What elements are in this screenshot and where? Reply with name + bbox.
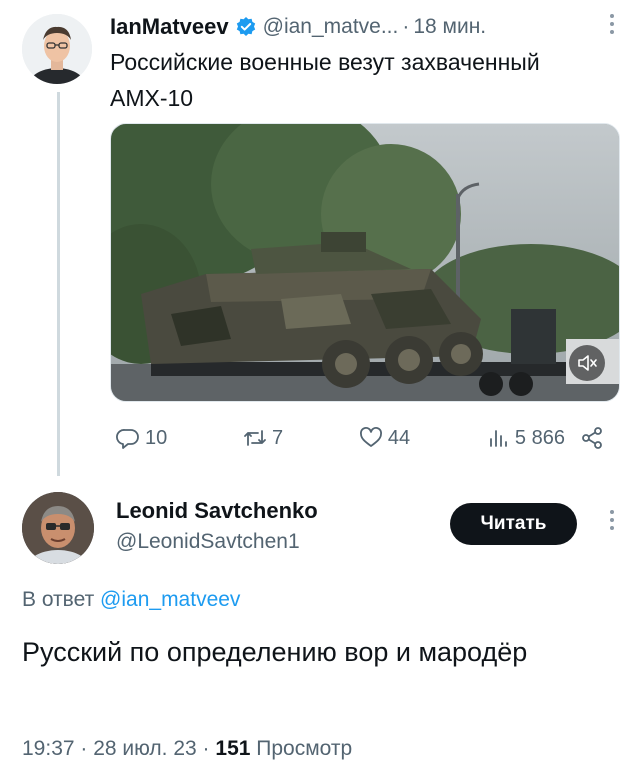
retweet-icon [244, 430, 266, 446]
views-count: 5 866 [514, 426, 565, 449]
tweet-video[interactable] [110, 123, 620, 402]
reply-meta: 19:37 · 28 июл. 23 · 151 Просмотр [22, 737, 352, 761]
author-name[interactable]: IanMatveev [110, 14, 229, 40]
reply-icon [116, 429, 139, 449]
reply-timestamp[interactable]: 19:37 · 28 июл. 23 · [22, 737, 210, 760]
reply-views-label: Просмотр [256, 737, 353, 760]
reply-author-handle[interactable]: @LeonidSavtchen1 [116, 530, 300, 554]
like-count: 44 [387, 426, 411, 449]
heart-icon [359, 427, 382, 447]
author-avatar[interactable] [22, 14, 92, 84]
separator-dot: · [402, 15, 410, 38]
tweet-text: Российские военные везут захваченный AMX… [110, 49, 540, 111]
reply-to-line: В ответ @ian_matveev [22, 588, 240, 612]
thread-line [57, 92, 60, 476]
mute-icon[interactable] [569, 345, 605, 381]
follow-button[interactable]: Читать [450, 503, 577, 545]
share-icon[interactable] [579, 425, 605, 451]
video-frame [111, 124, 619, 401]
retweet-count: 7 [272, 426, 284, 449]
reply-count: 10 [145, 426, 168, 449]
like-button[interactable]: 44 [358, 425, 410, 451]
tweet-header: IanMatveev @ian_matve... · 18 мин. [110, 12, 620, 42]
reply-author-avatar[interactable] [22, 492, 94, 564]
reply-text: Русский по определению вор и мародёр [22, 637, 528, 667]
tweet-actions: 10 7 44 5 866 [115, 420, 605, 456]
more-icon[interactable] [606, 506, 618, 536]
verified-badge-icon [235, 16, 257, 38]
retweet-button[interactable]: 7 [242, 425, 283, 451]
views-button[interactable]: 5 866 [485, 425, 605, 451]
reply-button[interactable]: 10 [115, 425, 167, 451]
views-icon [490, 430, 507, 447]
reply-views-number: 151 [215, 737, 251, 760]
reply-to-mention[interactable]: @ian_matveev [100, 588, 240, 611]
reply-to-prefix: В ответ [22, 588, 95, 611]
more-icon[interactable] [606, 10, 618, 40]
reply-author-name[interactable]: Leonid Savtchenko [116, 498, 318, 524]
tweet-time[interactable]: 18 мин. [413, 15, 486, 39]
author-handle[interactable]: @ian_matve... [263, 15, 399, 39]
